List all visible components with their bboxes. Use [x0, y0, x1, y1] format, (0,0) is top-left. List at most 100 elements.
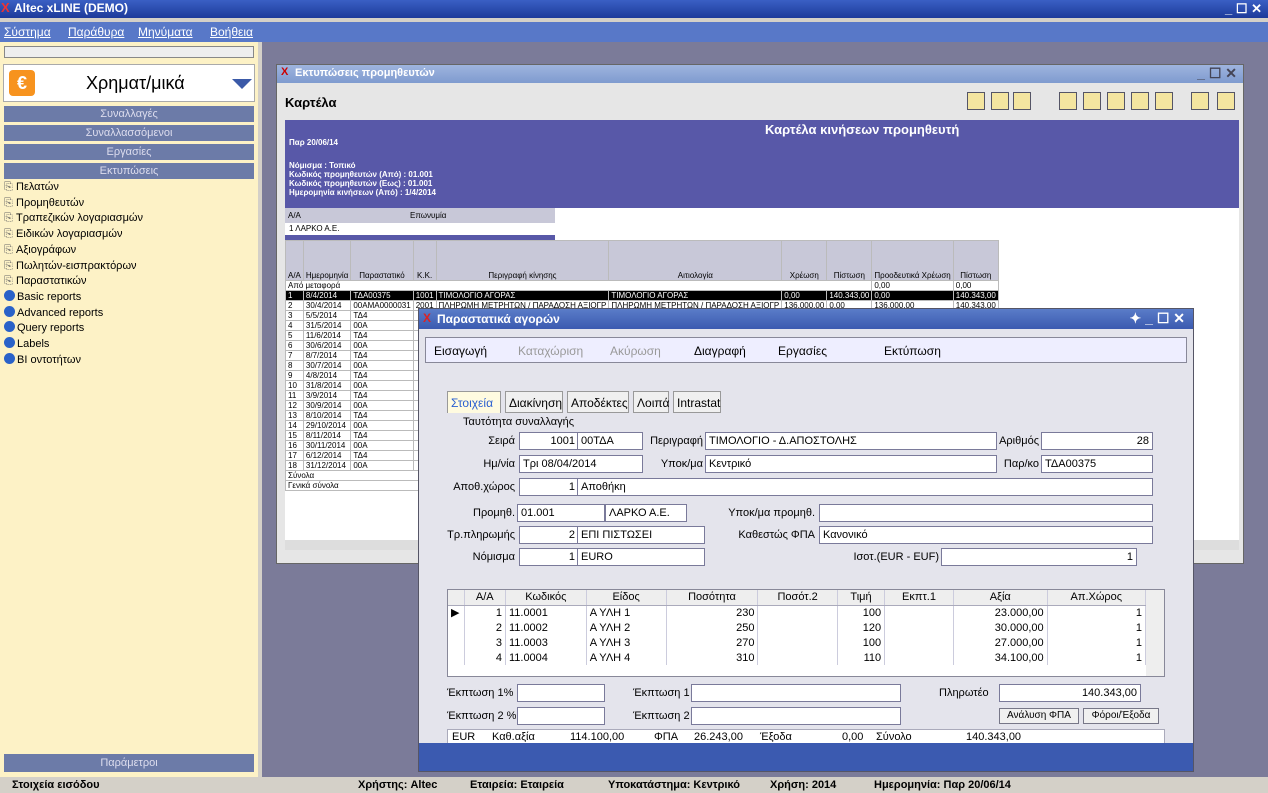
window-controls[interactable]: ✦ _ ☐ ✕ — [1130, 310, 1185, 327]
table-row[interactable]: 2 11.0002 Α ΥΛΗ 2 250 120 30.000,00 1 — [448, 620, 1147, 635]
tab-movement[interactable]: Διακίνηση — [505, 391, 563, 413]
sidebar-header[interactable]: € Χρηματ/μικά — [3, 64, 255, 102]
discount2-field[interactable] — [691, 707, 901, 725]
tab-details[interactable]: Στοιχεία — [447, 391, 501, 413]
grid-col-header[interactable]: Ποσότ.2 — [757, 590, 838, 606]
payable-field[interactable]: 140.343,00 — [999, 684, 1141, 702]
table-row[interactable]: 4 11.0004 Α ΥΛΗ 4 310 110 34.100,00 1 — [448, 650, 1147, 665]
supplier-branch-field[interactable] — [819, 504, 1153, 522]
exit-icon[interactable] — [1217, 92, 1235, 110]
description-field[interactable]: ΤΙΜΟΛΟΓΙΟ - Δ.ΑΠΟΣΤΟΛΗΣ — [705, 432, 997, 450]
warehouse-field[interactable]: Αποθήκη — [577, 478, 1153, 496]
vat-analysis-button[interactable]: Ανάλυση ΦΠΑ — [999, 708, 1079, 724]
number-field[interactable]: 28 — [1041, 432, 1153, 450]
report-line: Ημερομηνία κινήσεων (Από) : 1/4/2014 — [289, 188, 436, 197]
payment-field[interactable]: ΕΠΙ ΠΙΣΤΩΣΕΙ — [577, 526, 705, 544]
window-controls[interactable]: _ ☐ ✕ — [1197, 65, 1237, 82]
excel-icon[interactable] — [1155, 92, 1173, 110]
tab-other[interactable]: Λοιπά — [633, 391, 669, 413]
zoom-icon[interactable] — [991, 92, 1009, 110]
warehouse-code-field[interactable]: 1 — [519, 478, 579, 496]
grid-col-header[interactable]: Τιμή — [837, 590, 886, 606]
date-field[interactable]: Τρι 08/04/2014 — [519, 455, 643, 473]
arrow-circle-icon — [4, 305, 15, 317]
window-bottom-bar — [419, 743, 1193, 771]
series-code-field[interactable]: 1001 — [519, 432, 579, 450]
tree-item[interactable]: Advanced reports — [4, 305, 254, 322]
cancel-button[interactable]: Ακύρωση — [610, 344, 661, 358]
vertical-scrollbar[interactable] — [1146, 590, 1164, 676]
params-button[interactable]: Παράμετροι — [4, 754, 254, 772]
currency-code-field[interactable]: 1 — [519, 548, 579, 566]
document-code-field[interactable]: ΤΔΑ00375 — [1041, 455, 1153, 473]
tree-item[interactable]: ⎘ Τραπεζικών λογαριασμών — [4, 211, 254, 227]
euro-icon: € — [9, 70, 35, 96]
tree-item[interactable]: ⎘ Παραστατικών — [4, 274, 254, 290]
supplier-field[interactable]: ΛΑΡΚΟ Α.Ε. — [605, 504, 687, 522]
grid-col-header[interactable]: A/A — [464, 590, 506, 606]
table-row[interactable]: 3 11.0003 Α ΥΛΗ 3 270 100 27.000,00 1 — [448, 635, 1147, 650]
tasks-button[interactable]: Εργασίες — [778, 344, 827, 358]
section-parties[interactable]: Συναλλασσόμενοι — [4, 125, 254, 141]
word-icon[interactable] — [1107, 92, 1125, 110]
window-title: Εκτυπώσεις προμηθευτών — [295, 67, 435, 79]
taxes-button[interactable]: Φόροι/Έξοδα — [1083, 708, 1159, 724]
print-icon[interactable] — [1191, 92, 1209, 110]
field-label: Τρ.πληρωμής — [447, 529, 515, 541]
table-row[interactable]: ▶ 1 11.0001 Α ΥΛΗ 1 230 100 23.000,00 1 — [448, 605, 1147, 620]
save-button[interactable]: Καταχώριση — [518, 344, 583, 358]
print-button[interactable]: Εκτύπωση — [884, 344, 941, 358]
grid-col-header[interactable]: Είδος — [586, 590, 667, 606]
tree-item[interactable]: ⎘ Προμηθευτών — [4, 196, 254, 212]
settings-icon[interactable] — [1059, 92, 1077, 110]
open-icon[interactable] — [1131, 92, 1149, 110]
grid-col-header[interactable]: Ποσότητα — [666, 590, 759, 606]
field-label: Έκπτωση 1 — [633, 687, 690, 699]
discount1-field[interactable] — [691, 684, 901, 702]
report-title: Καρτέλα κινήσεων προμηθευτή — [765, 122, 960, 137]
tree-item[interactable]: BI οντοτήτων — [4, 352, 254, 369]
menu-windows[interactable]: Παράθυρα — [68, 25, 124, 39]
search-icon[interactable] — [1013, 92, 1031, 110]
window-titlebar[interactable]: X Εκτυπώσεις προμηθευτών _ ☐ ✕ — [277, 65, 1243, 83]
section-transactions[interactable]: Συναλλαγές — [4, 106, 254, 122]
dropdown-arrow-icon[interactable] — [232, 79, 252, 89]
grid-col-header[interactable]: Αξία — [953, 590, 1048, 606]
tree-item[interactable]: Labels — [4, 337, 254, 353]
insert-button[interactable]: Εισαγωγή — [434, 344, 487, 358]
menu-help[interactable]: Βοήθεια — [210, 25, 253, 39]
currency-field[interactable]: EURO — [577, 548, 705, 566]
window-titlebar[interactable]: X Παραστατικά αγορών ✦ _ ☐ ✕ — [419, 309, 1193, 329]
export-icon[interactable] — [1083, 92, 1101, 110]
payment-code-field[interactable]: 2 — [519, 526, 579, 544]
section-prints[interactable]: Εκτυπώσεις — [4, 163, 254, 179]
tab-intrastat[interactable]: Intrastat — [673, 391, 721, 413]
series-field[interactable]: 00ΤΔΑ — [577, 432, 643, 450]
delete-button[interactable]: Διαγραφή — [694, 344, 746, 358]
vat-regime-field[interactable]: Κανονικό — [819, 526, 1153, 544]
discount2-percent-field[interactable] — [517, 707, 605, 725]
tab-recipients[interactable]: Αποδέκτες — [567, 391, 629, 413]
menu-system[interactable]: Σύστημα — [4, 25, 51, 39]
tree-item[interactable]: Basic reports — [4, 289, 254, 306]
tree-item[interactable]: ⎘ Ειδικών λογαριασμών — [4, 227, 254, 243]
menu-messages[interactable]: Μηνύματα — [138, 25, 193, 39]
tree-item[interactable]: ⎘ Αξιογράφων — [4, 243, 254, 259]
grid-col-header[interactable]: Κωδικός — [505, 590, 587, 606]
grid-col-header[interactable]: Απ.Χώρος — [1047, 590, 1147, 606]
window-controls[interactable]: _ ☐ ✕ — [1225, 1, 1262, 17]
totals-label: ΦΠΑ — [654, 731, 679, 743]
status-branch: Υποκατάστημα: Κεντρικό — [608, 779, 740, 791]
tree-item[interactable]: Query reports — [4, 321, 254, 337]
sidebar-grip[interactable] — [4, 46, 254, 58]
exchange-rate-field[interactable]: 1 — [941, 548, 1137, 566]
discount1-percent-field[interactable] — [517, 684, 605, 702]
tree-item[interactable]: ⎘ Πωλητών-εισπρακτόρων — [4, 259, 254, 275]
branch-field[interactable]: Κεντρικό — [705, 455, 997, 473]
print-tree: ⎘ Πελατών ⎘ Προμηθευτών ⎘ Τραπεζικών λογαρι… — [4, 180, 254, 368]
tree-item[interactable]: ⎘ Πελατών — [4, 180, 254, 196]
grid-col-header[interactable]: Εκπτ.1 — [884, 590, 954, 606]
supplier-code-field[interactable]: 01.001 — [517, 504, 605, 522]
email-icon[interactable] — [967, 92, 985, 110]
section-tasks[interactable]: Εργασίες — [4, 144, 254, 160]
